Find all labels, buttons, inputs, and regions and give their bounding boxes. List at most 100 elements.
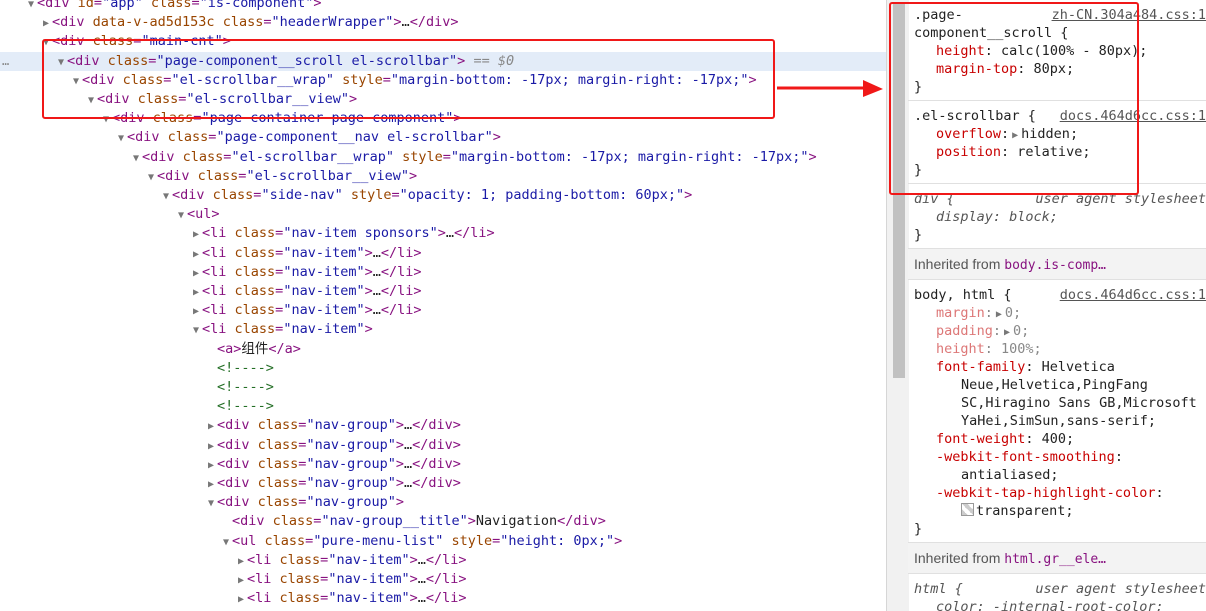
prop-name[interactable]: position: [936, 144, 1001, 160]
expanded-triangle-icon[interactable]: ▼: [205, 494, 217, 513]
elements-scrollbar-thumb[interactable]: [893, 4, 905, 378]
dom-node[interactable]: ▶ <li class="nav-item">…</li>: [0, 263, 886, 282]
expanded-triangle-icon[interactable]: ▼: [130, 149, 142, 168]
dom-node[interactable]: ▶<!---->: [0, 378, 886, 397]
collapsed-triangle-icon[interactable]: ▶: [190, 264, 202, 283]
prop-value[interactable]: 400;: [1042, 431, 1075, 447]
dom-node[interactable]: ▼ <div class="el-scrollbar__view">: [0, 167, 886, 186]
prop-value[interactable]: 100%;: [1001, 341, 1042, 357]
dom-node[interactable]: ▼ <ul>: [0, 205, 886, 224]
prop-value[interactable]: antialiased;: [961, 467, 1059, 483]
dom-node[interactable]: ▼ <li class="nav-item">: [0, 320, 886, 339]
prop-name[interactable]: margin-top: [936, 61, 1017, 77]
collapsed-triangle-icon[interactable]: ▶: [190, 283, 202, 302]
expanded-triangle-icon[interactable]: ▼: [190, 321, 202, 340]
dom-node[interactable]: ▶ <li class="nav-item">…</li>: [0, 301, 886, 320]
expanded-triangle-icon[interactable]: ▼: [220, 533, 232, 552]
collapsed-triangle-icon[interactable]: ▶: [190, 245, 202, 264]
prop-value-cont: YaHei,SimSun,sans-serif;: [961, 413, 1157, 429]
token-tag: >: [748, 71, 757, 88]
expanded-triangle-icon[interactable]: ▼: [85, 91, 97, 110]
token-av: "nav-item": [328, 590, 410, 607]
dom-node[interactable]: ▶ <div class="nav-group">…</div>: [0, 474, 886, 493]
dom-node[interactable]: ▶<a>组件</a>: [0, 340, 886, 359]
dom-node[interactable]: ▶ <div class="nav-group">…</div>: [0, 455, 886, 474]
collapsed-triangle-icon[interactable]: ▶: [235, 552, 247, 571]
expanded-triangle-icon[interactable]: ▼: [100, 110, 112, 129]
rule-source-link[interactable]: docs.464d6cc.css:1: [1060, 107, 1206, 125]
dom-node[interactable]: ▶ <div class="nav-group">…</div>: [0, 436, 886, 455]
rule-source-link[interactable]: zh-CN.304a484.css:1: [1052, 6, 1206, 24]
prop-value[interactable]: relative;: [1017, 144, 1090, 160]
collapsed-triangle-icon[interactable]: ▶: [190, 225, 202, 244]
inherited-link[interactable]: html.gr__ele…: [1004, 552, 1106, 567]
dom-node[interactable]: ▶ <li class="nav-item">…</li>: [0, 551, 886, 570]
dom-node[interactable]: ▼ <div id="app" class="is-component">: [0, 0, 886, 13]
arrow-annotation-icon: [777, 80, 883, 97]
rule-source-link[interactable]: docs.464d6cc.css:1: [1060, 286, 1206, 304]
token-at: class: [264, 513, 314, 530]
dom-node[interactable]: ▼ <div class="el-scrollbar__view">: [0, 90, 886, 109]
prop-value[interactable]: calc(100% - 80px);: [1001, 43, 1147, 59]
dom-node[interactable]: ▶<!---->: [0, 359, 886, 378]
dom-node[interactable]: ▶ <li class="nav-item sponsors">…</li>: [0, 224, 886, 243]
dom-node[interactable]: ▼ <div class="nav-group">: [0, 493, 886, 512]
collapsed-triangle-icon[interactable]: ▶: [40, 14, 52, 33]
expanded-triangle-icon[interactable]: ▼: [70, 72, 82, 91]
expanded-triangle-icon[interactable]: ▼: [145, 168, 157, 187]
token-cm: <!---->: [217, 398, 274, 415]
color-swatch-icon[interactable]: [961, 503, 974, 516]
prop-name[interactable]: margin: [936, 305, 985, 321]
prop-name[interactable]: font-family: [936, 359, 1025, 375]
dom-node-content: ▼ <div class="el-scrollbar__wrap" style="…: [70, 71, 757, 91]
dom-node[interactable]: ▼ <div class="el-scrollbar__wrap" style="…: [0, 148, 886, 167]
token-tx: …: [372, 283, 381, 299]
dom-node[interactable]: ▼ <div class="page-component__nav el-scro…: [0, 128, 886, 147]
dom-node[interactable]: ▶ <li class="nav-item">…</li>: [0, 570, 886, 589]
token-tag: <div: [97, 91, 130, 107]
prop-value[interactable]: transparent;: [976, 503, 1074, 519]
expanded-triangle-icon[interactable]: ▼: [25, 0, 37, 14]
dom-node[interactable]: ▶ <li class="nav-item">…</li>: [0, 244, 886, 263]
prop-value[interactable]: hidden;: [1021, 126, 1078, 142]
dom-node[interactable]: ▶ <div class="nav-group">…</div>: [0, 416, 886, 435]
dom-node[interactable]: ▶ <li class="nav-item">…</li>: [0, 589, 886, 608]
collapsed-triangle-icon[interactable]: ▶: [205, 475, 217, 494]
expanded-triangle-icon[interactable]: ▼: [175, 206, 187, 225]
collapsed-triangle-icon[interactable]: ▶: [205, 437, 217, 456]
dom-node[interactable]: ▶<div class="nav-group__title">Navigatio…: [0, 512, 886, 531]
prop-name[interactable]: overflow: [936, 126, 1001, 142]
dom-node[interactable]: ▼ <div class="el-scrollbar__wrap" style="…: [0, 71, 886, 90]
dom-node-selected[interactable]: ▼ <div class="page-component__scroll el-s…: [0, 51, 886, 72]
prop-name[interactable]: -webkit-tap-highlight-color: [936, 485, 1155, 501]
expanded-triangle-icon[interactable]: ▼: [55, 53, 67, 72]
prop-name[interactable]: -webkit-font-smoothing: [936, 449, 1115, 465]
dom-node[interactable]: ▶ <div data-v-ad5d153c class="headerWrapp…: [0, 13, 886, 32]
prop-value[interactable]: 80px;: [1034, 61, 1075, 77]
collapsed-triangle-icon[interactable]: ▶: [235, 590, 247, 609]
expanded-triangle-icon[interactable]: ▼: [115, 129, 127, 148]
dom-node[interactable]: ▼ <div class="page-container page-compone…: [0, 109, 886, 128]
collapsed-triangle-icon[interactable]: ▶: [190, 302, 202, 321]
expanded-triangle-icon[interactable]: ▼: [160, 187, 172, 206]
inherited-link[interactable]: body.is-comp…: [1004, 258, 1106, 273]
prop-value[interactable]: 0;: [1013, 323, 1029, 339]
dom-node[interactable]: ▶ <li class="nav-item">…</li>: [0, 282, 886, 301]
prop-value[interactable]: Helvetica: [1042, 359, 1115, 375]
node-menu-icon[interactable]: …: [2, 52, 9, 71]
prop-name[interactable]: height: [936, 43, 985, 59]
prop-name[interactable]: font-weight: [936, 431, 1025, 447]
token-at: class: [226, 225, 276, 242]
dom-node[interactable]: ▼ <ul class="pure-menu-list" style="heigh…: [0, 532, 886, 551]
prop-name[interactable]: padding: [936, 323, 993, 339]
prop-name[interactable]: height: [936, 341, 985, 357]
token-tag: >: [364, 263, 373, 280]
collapsed-triangle-icon[interactable]: ▶: [205, 456, 217, 475]
prop-value[interactable]: 0;: [1005, 305, 1021, 321]
dom-node[interactable]: ▶<!---->: [0, 397, 886, 416]
expanded-triangle-icon[interactable]: ▼: [40, 33, 52, 52]
collapsed-triangle-icon[interactable]: ▶: [205, 417, 217, 436]
dom-node[interactable]: ▼ <div class="side-nav" style="opacity: 1…: [0, 186, 886, 205]
collapsed-triangle-icon[interactable]: ▶: [235, 571, 247, 590]
dom-node[interactable]: ▼ <div class="main-cnt">: [0, 32, 886, 51]
